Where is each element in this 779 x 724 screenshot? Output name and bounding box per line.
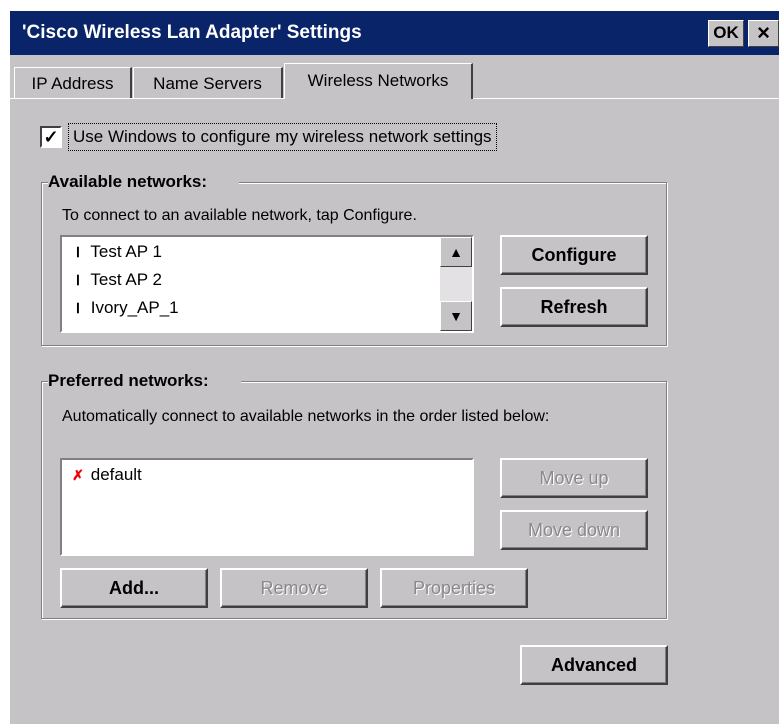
configure-button[interactable]: Configure — [500, 235, 648, 275]
ok-button[interactable]: OK — [708, 20, 744, 47]
available-networks-description: To connect to an available network, tap … — [62, 207, 417, 224]
available-scrollbar[interactable]: ▲ ▼ — [440, 237, 472, 331]
list-item[interactable]: ✗ default — [70, 461, 142, 489]
list-item[interactable]: ⵏ Test AP 2 — [70, 266, 162, 294]
preferred-networks-description: Automatically connect to available netwo… — [62, 408, 550, 425]
scroll-up-icon[interactable]: ▲ — [440, 237, 472, 267]
properties-button[interactable]: Properties — [380, 568, 528, 608]
unavailable-network-icon: ✗ — [72, 467, 84, 483]
preferred-networks-list[interactable]: ✗ default — [60, 458, 474, 556]
window-title: 'Cisco Wireless Lan Adapter' Settings — [22, 22, 362, 43]
use-windows-label[interactable]: Use Windows to configure my wireless net… — [68, 123, 497, 151]
list-item[interactable]: ⵏ Ivory_AP_1 — [70, 294, 179, 322]
network-name: Test AP 1 — [90, 242, 162, 261]
network-name: Test AP 2 — [90, 270, 162, 289]
close-button[interactable]: × — [748, 20, 779, 47]
list-item[interactable]: ⵏ Test AP 1 — [70, 238, 162, 266]
access-point-icon: ⵏ — [75, 300, 81, 316]
available-networks-group: Available networks: To connect to an ava… — [41, 171, 667, 346]
move-down-button[interactable]: Move down — [500, 510, 648, 550]
title-bar: 'Cisco Wireless Lan Adapter' Settings OK… — [10, 11, 779, 55]
use-windows-checkbox[interactable]: ✓ — [40, 126, 62, 148]
move-up-button[interactable]: Move up — [500, 458, 648, 498]
network-name: Ivory_AP_1 — [90, 298, 179, 317]
available-networks-list[interactable]: ⵏ Test AP 1 ⵏ Test AP 2 ⵏ Ivory_AP_1 ▲ ▼ — [60, 235, 474, 333]
tab-strip: IP Address Name Servers Wireless Network… — [10, 55, 779, 99]
network-name: default — [90, 465, 142, 484]
tab-name-servers[interactable]: Name Servers — [133, 67, 283, 99]
refresh-button[interactable]: Refresh — [500, 287, 648, 327]
preferred-networks-group: Preferred networks: Automatically connec… — [41, 370, 667, 619]
access-point-icon: ⵏ — [75, 272, 81, 288]
scroll-down-icon[interactable]: ▼ — [440, 301, 472, 331]
add-button[interactable]: Add... — [60, 568, 208, 608]
remove-button[interactable]: Remove — [220, 568, 368, 608]
preferred-networks-title: Preferred networks: — [48, 370, 241, 392]
available-networks-title: Available networks: — [48, 171, 240, 193]
tab-ip-address[interactable]: IP Address — [14, 67, 132, 99]
advanced-button[interactable]: Advanced — [520, 645, 668, 685]
tab-wireless-networks[interactable]: Wireless Networks — [284, 63, 473, 99]
access-point-icon: ⵏ — [75, 244, 81, 260]
settings-dialog: 'Cisco Wireless Lan Adapter' Settings OK… — [8, 9, 779, 724]
